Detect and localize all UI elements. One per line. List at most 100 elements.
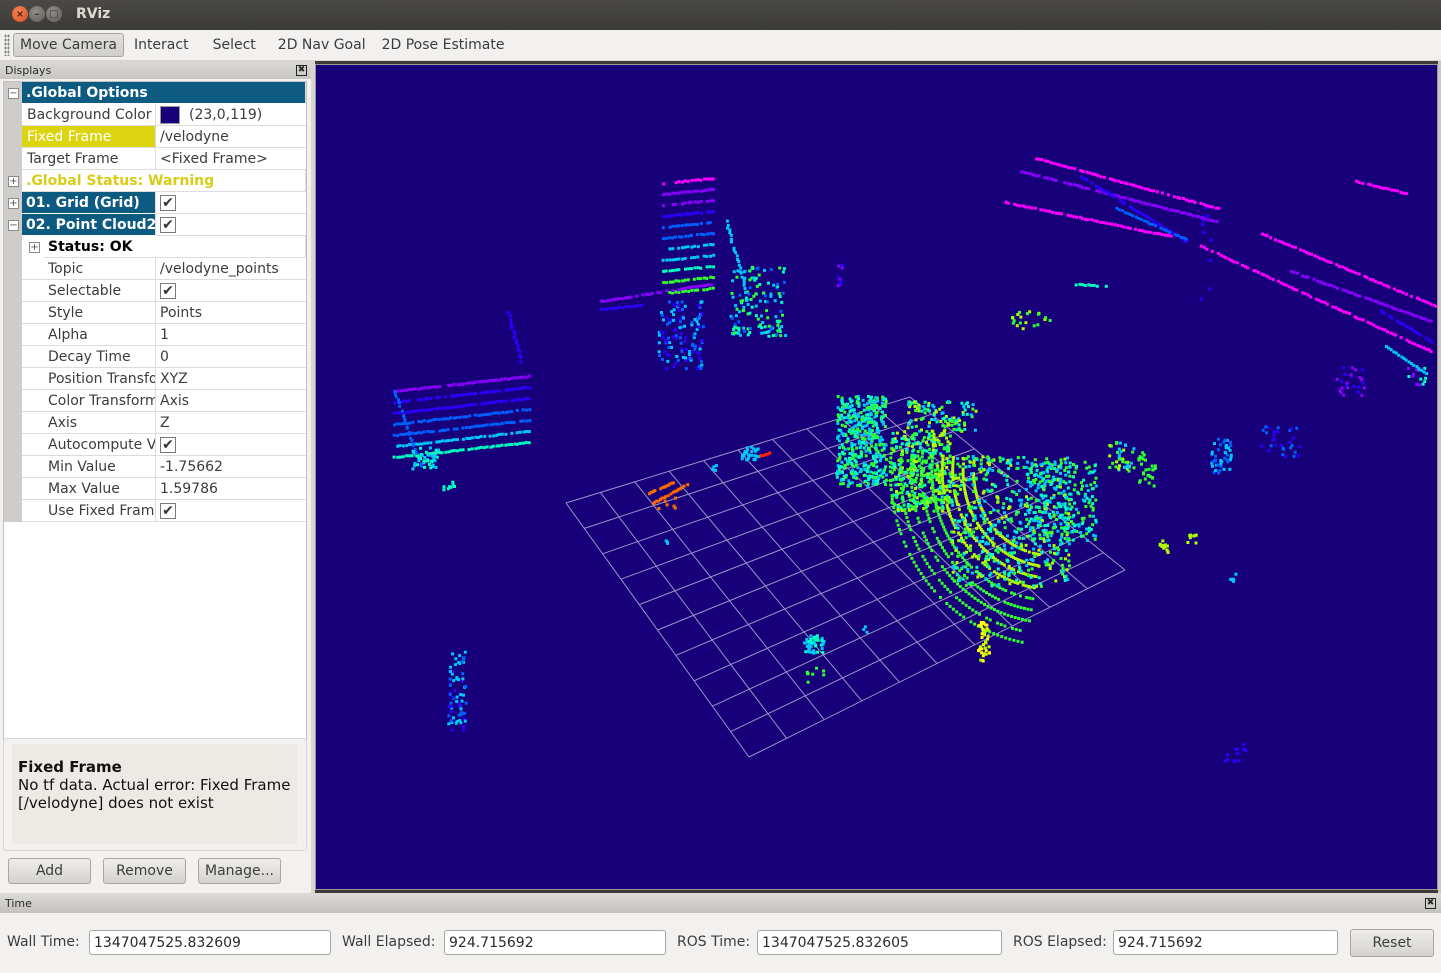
tree-row[interactable]: +01. Grid (Grid) ✔ [4,192,306,214]
tree-row[interactable]: Alpha 1 [4,324,306,346]
manage-displays-button[interactable]: Manage... [198,858,281,884]
tree-row[interactable]: Target Frame <Fixed Frame> [4,148,306,170]
collapse-icon[interactable]: − [8,219,19,231]
tree-row[interactable]: Autocompute V ✔ [4,434,306,456]
reset-time-button[interactable]: Reset [1350,929,1434,957]
tree-row-value[interactable]: XYZ [156,368,306,390]
scene-canvas[interactable] [316,65,1438,890]
cloud-point [1117,453,1121,457]
cloud-point [1276,430,1280,434]
cloud-point [964,603,968,607]
tree-row-value[interactable]: /velodyne_points [156,258,306,280]
tree-row-value[interactable]: -1.75662 [156,456,306,478]
checkbox[interactable]: ✔ [160,194,176,211]
wall-elapsed-field[interactable] [444,930,666,955]
cloud-point [988,521,992,525]
cloud-point [430,459,434,463]
displays-tree[interactable]: − .Global Options Background Color (23,0,11… [3,81,307,787]
cloud-point [1020,544,1024,548]
cloud-point [860,454,863,458]
tree-row-value[interactable]: ✔ [156,434,306,456]
tree-row-value[interactable]: Points [156,302,306,324]
tree-row[interactable]: + .Global Status: Warning [4,170,306,192]
tree-row[interactable]: Position Transfo XYZ [4,368,306,390]
tree-row-value[interactable]: (23,0,119) [156,104,306,126]
tree-row[interactable]: Style Points [4,302,306,324]
tree-row-value[interactable]: 0 [156,346,306,368]
cloud-point [1288,243,1291,247]
tree-row[interactable]: Selectable ✔ [4,280,306,302]
time-close-icon[interactable]: ✖ [1425,897,1436,909]
cloud-point [1133,227,1137,231]
tool-2d-nav-goal[interactable]: 2D Nav Goal [272,33,372,57]
tree-row[interactable]: − .Global Options [4,82,306,104]
tree-row[interactable]: Fixed Frame/velodyne [4,126,306,148]
tool-select[interactable]: Select [207,33,262,57]
ros-elapsed-field[interactable] [1113,930,1338,955]
tree-row-value[interactable]: Axis [156,390,306,412]
tree-row-value[interactable]: Z [156,412,306,434]
checkbox[interactable]: ✔ [160,216,176,233]
checkbox[interactable]: ✔ [160,502,176,519]
tree-row[interactable]: Color Transform Axis [4,390,306,412]
tools-toolbar: Move Camera Interact Select 2D Nav Goal … [0,30,1441,61]
tree-row-value[interactable]: 1 [156,324,306,346]
cloud-point [984,557,988,561]
cloud-point [447,406,451,410]
collapse-icon[interactable]: − [8,87,19,99]
checkbox[interactable]: ✔ [160,282,176,299]
window-minimize-button[interactable]: – [29,6,45,22]
cloud-point [912,536,916,540]
tool-move-camera[interactable]: Move Camera [13,33,124,57]
toolbar-grip-handle[interactable] [4,34,10,56]
tree-row[interactable]: Topic/velodyne_points [4,258,306,280]
add-display-button[interactable]: Add [8,858,91,884]
render-viewport[interactable] [315,64,1438,890]
cloud-point [420,398,424,402]
expand-icon[interactable]: + [29,241,40,253]
remove-display-button[interactable]: Remove [103,858,186,884]
color-swatch[interactable] [160,105,180,124]
cloud-point [468,414,472,418]
tree-row[interactable]: Axis Z [4,412,306,434]
tree-row-value[interactable]: 1.59786 [156,478,306,500]
tree-row-value-text: /velodyne [160,128,229,145]
wall-time-field[interactable] [89,930,331,955]
window-close-button[interactable]: × [12,6,28,22]
tree-row[interactable]: Use Fixed Frame ✔ [4,500,306,522]
tree-row-value[interactable]: ✔ [156,192,306,214]
tree-row[interactable]: −02. Point Cloud2 (✔ [4,214,306,236]
cloud-point [1015,541,1019,545]
tree-row[interactable]: Background Color (23,0,119) [4,104,306,126]
tree-row[interactable]: + Status: OK [4,236,306,258]
checkbox[interactable]: ✔ [160,436,176,453]
ros-elapsed-label: ROS Elapsed: [1013,934,1107,950]
cloud-point [1083,494,1087,498]
tree-row-value[interactable]: /velodyne [156,126,306,148]
cloud-point [661,318,665,322]
expand-icon[interactable]: + [8,175,19,187]
ros-time-field[interactable] [757,930,1002,955]
tree-row[interactable]: Min Value -1.75662 [4,456,306,478]
expand-icon[interactable]: + [8,197,19,209]
cloud-point [742,305,746,309]
cloud-point [668,341,672,345]
tree-row-value[interactable]: <Fixed Frame> [156,148,306,170]
cloud-point [1429,319,1433,323]
cloud-point [1332,285,1336,289]
cloud-point [485,445,489,449]
tree-row[interactable]: Decay Time 0 [4,346,306,368]
cloud-point [605,307,609,311]
window-maximize-button[interactable]: □ [46,6,62,22]
cloud-point [670,310,674,313]
tree-row-value[interactable]: ✔ [156,214,306,236]
tool-2d-pose-estimate[interactable]: 2D Pose Estimate [376,33,511,57]
cloud-point [997,520,1001,524]
cloud-point [461,426,465,430]
displays-close-icon[interactable]: ✖ [296,64,307,76]
tree-row[interactable]: Max Value 1.59786 [4,478,306,500]
tree-row-value[interactable]: ✔ [156,280,306,302]
tree-row-value[interactable]: ✔ [156,500,306,522]
tool-interact[interactable]: Interact [128,33,195,57]
cloud-point [926,513,930,517]
